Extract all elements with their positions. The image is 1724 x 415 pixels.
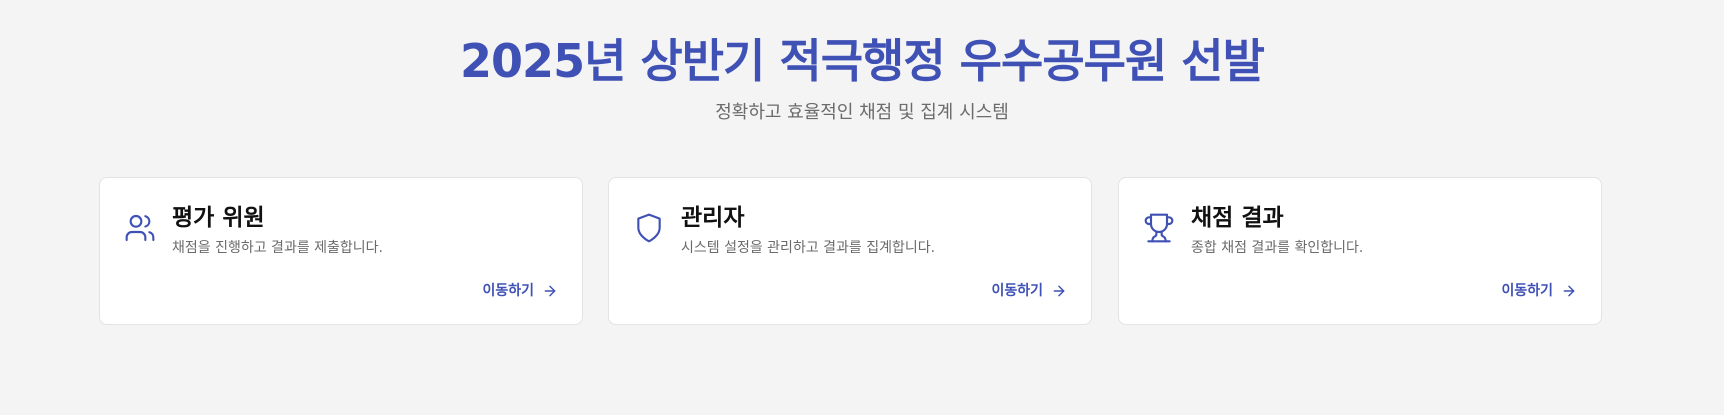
admin-card[interactable]: 관리자 시스템 설정을 관리하고 결과를 집계합니다. 이동하기 [608,177,1092,325]
page-subtitle: 정확하고 효율적인 채점 및 집계 시스템 [715,102,1009,123]
evaluator-card-title: 평가 위원 [172,205,265,231]
shield-icon [633,212,665,244]
admin-go-link[interactable]: 이동하기 [991,281,1067,301]
users-icon [124,212,156,244]
trophy-icon [1143,212,1175,244]
results-go-label: 이동하기 [1501,283,1553,299]
admin-card-title: 관리자 [681,205,745,231]
arrow-right-icon [1563,285,1575,297]
results-card-title: 채점 결과 [1191,205,1284,231]
results-card-description: 종합 채점 결과를 확인합니다. [1191,240,1364,256]
results-card[interactable]: 채점 결과 종합 채점 결과를 확인합니다. 이동하기 [1118,177,1602,325]
arrow-right-icon [544,285,556,297]
evaluator-go-link[interactable]: 이동하기 [482,281,558,301]
arrow-right-icon [1053,285,1065,297]
page-title: 2025년 상반기 적극행정 우수공무원 선발 [460,34,1265,88]
evaluator-card[interactable]: 평가 위원 채점을 진행하고 결과를 제출합니다. 이동하기 [99,177,583,325]
results-go-link[interactable]: 이동하기 [1501,281,1577,301]
admin-card-description: 시스템 설정을 관리하고 결과를 집계합니다. [681,240,936,256]
evaluator-go-label: 이동하기 [482,283,534,299]
admin-go-label: 이동하기 [991,283,1043,299]
evaluator-card-description: 채점을 진행하고 결과를 제출합니다. [172,240,383,256]
